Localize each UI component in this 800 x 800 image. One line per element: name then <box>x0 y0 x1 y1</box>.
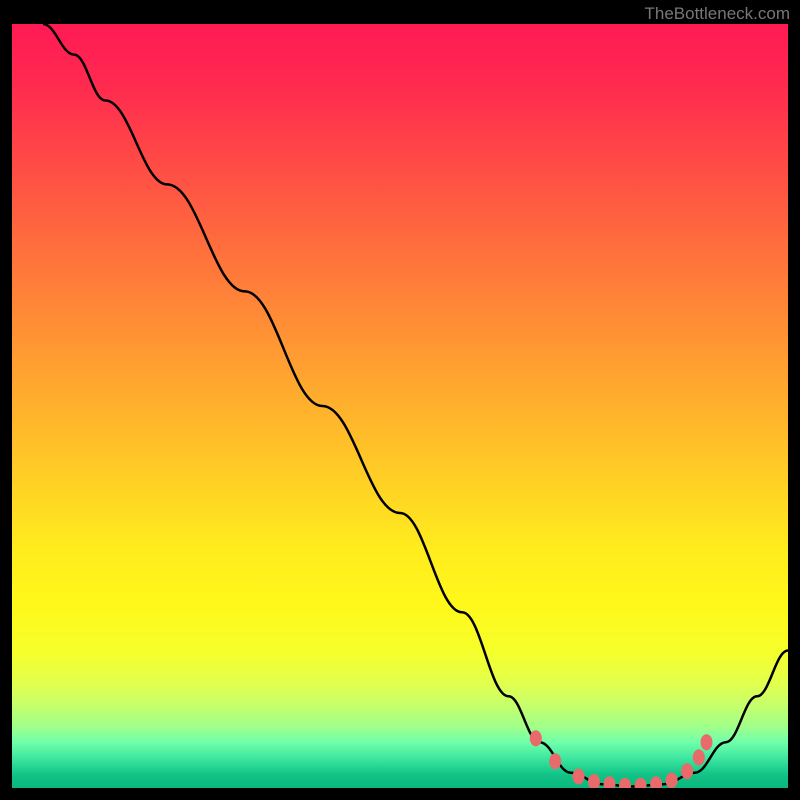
data-dot <box>701 734 713 750</box>
data-dot <box>681 763 693 779</box>
watermark-text: TheBottleneck.com <box>644 4 790 24</box>
data-dot <box>588 774 600 788</box>
data-dot <box>573 769 585 785</box>
plot-area <box>12 24 788 788</box>
bottleneck-curve <box>43 24 788 787</box>
chart-svg <box>12 24 788 788</box>
data-dot <box>666 772 678 788</box>
data-dot <box>693 749 705 765</box>
data-dot <box>549 753 561 769</box>
chart-frame: TheBottleneck.com <box>0 0 800 800</box>
data-dot <box>604 776 616 788</box>
data-dot <box>530 730 542 746</box>
data-dot <box>650 776 662 788</box>
data-dots <box>530 730 713 788</box>
data-dot <box>635 778 647 788</box>
data-dot <box>619 778 631 788</box>
